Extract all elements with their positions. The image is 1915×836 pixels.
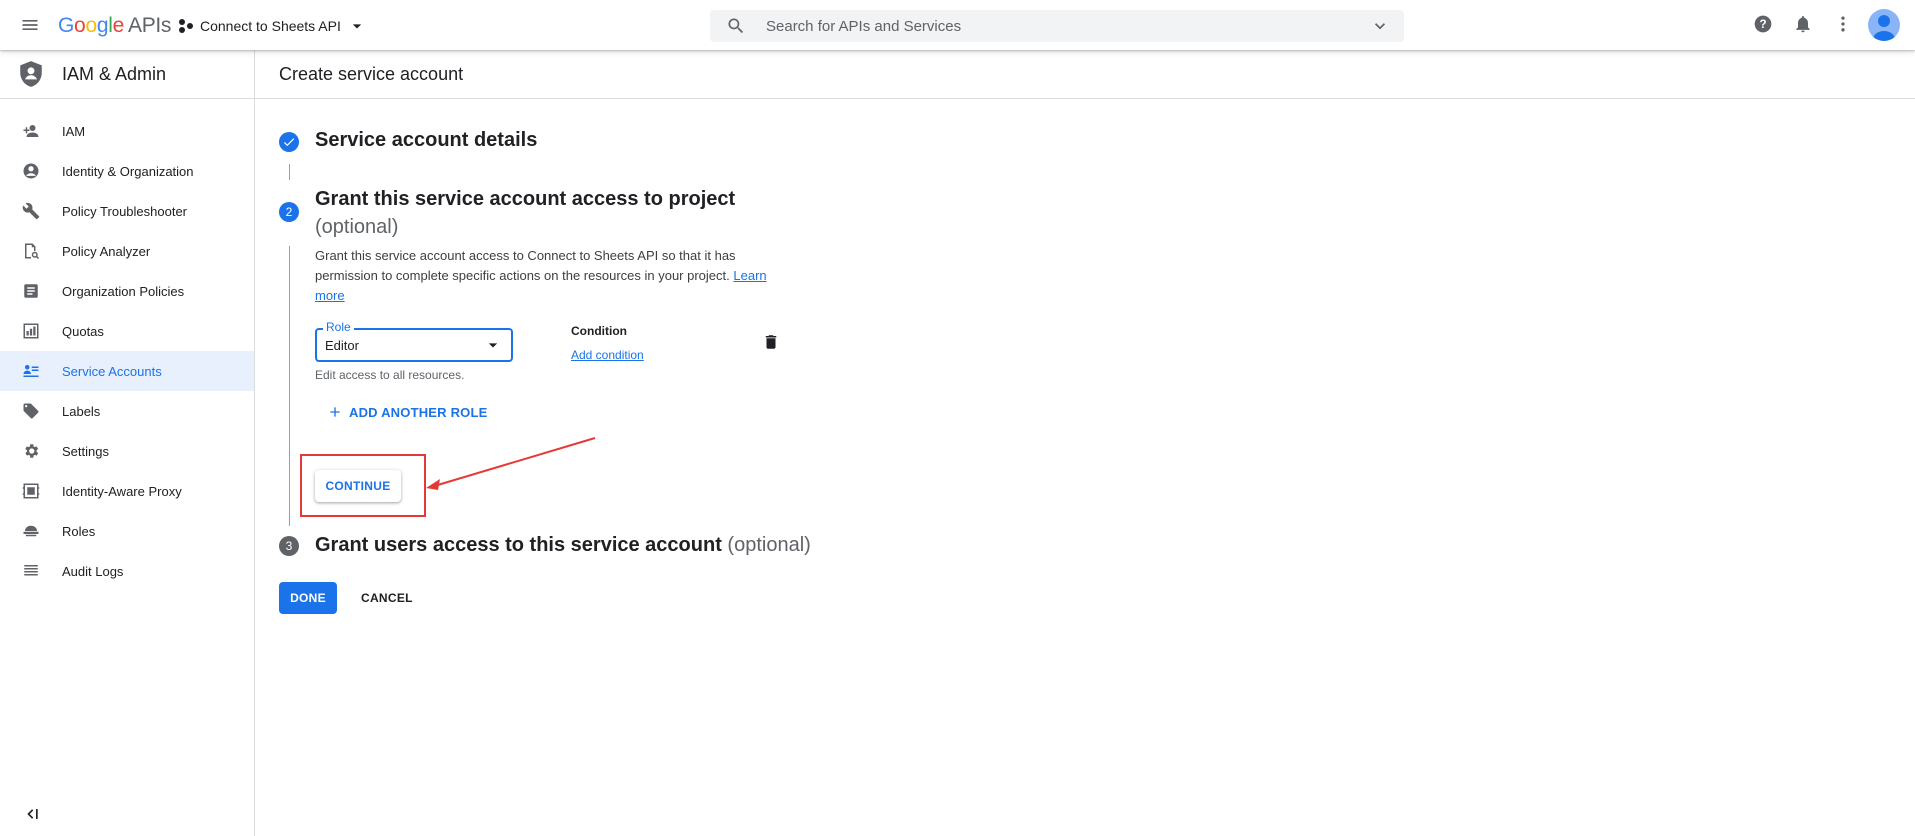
search-icon	[728, 18, 744, 34]
step-1-title[interactable]: Service account details	[315, 129, 537, 152]
add-condition-link[interactable]: Add condition	[571, 348, 644, 362]
search-input[interactable]	[764, 16, 1370, 36]
step-connector-2	[289, 246, 290, 526]
caret-down-icon	[488, 343, 498, 348]
sidebar-item-quotas[interactable]: Quotas	[0, 311, 254, 351]
svg-text:?: ?	[1759, 18, 1766, 31]
sidebar-item-label: Identity & Organization	[62, 163, 194, 179]
tag-icon	[21, 401, 41, 421]
chevron-down-icon[interactable]	[1370, 16, 1390, 36]
top-app-bar: GoogleAPIs Connect to Sheets API ?	[0, 0, 1915, 50]
shield-icon	[20, 61, 42, 87]
condition-title: Condition	[571, 324, 627, 338]
role-field-label: Role	[323, 320, 354, 334]
sidebar-item-label: Quotas	[62, 323, 104, 339]
search-bar[interactable]	[710, 10, 1404, 42]
list-icon	[21, 561, 41, 581]
step-connector-1	[289, 164, 290, 180]
sidebar-item-label: IAM	[62, 123, 86, 139]
sidebar-item-service-accounts[interactable]: Service Accounts	[0, 351, 254, 391]
role-hint: Edit access to all resources.	[315, 368, 465, 382]
sidebar-item-settings[interactable]: Settings	[0, 431, 254, 471]
sidebar-item-label: Identity-Aware Proxy	[62, 483, 182, 499]
page-header: Create service account	[255, 50, 1915, 99]
collapse-sidebar-icon[interactable]	[21, 804, 41, 824]
sidebar-item-label: Roles	[62, 523, 96, 539]
add-another-role-label: ADD ANOTHER ROLE	[349, 404, 488, 420]
sidebar-item-policy-analyzer[interactable]: Policy Analyzer	[0, 231, 254, 271]
sidebar-item-label: Policy Troubleshooter	[62, 203, 188, 219]
sidebar-item-policy-troubleshooter[interactable]: Policy Troubleshooter	[0, 191, 254, 231]
add-another-role-button[interactable]: ADD ANOTHER ROLE	[327, 404, 488, 420]
gear-icon	[21, 441, 41, 461]
user-avatar[interactable]	[1868, 9, 1900, 41]
sidebar-item-labels[interactable]: Labels	[0, 391, 254, 431]
sidebar-item-identity-aware-proxy[interactable]: Identity-Aware Proxy	[0, 471, 254, 511]
sidebar-item-roles[interactable]: Roles	[0, 511, 254, 551]
sidebar-item-label: Organization Policies	[62, 283, 185, 299]
step-3-number: 3	[279, 536, 299, 556]
person-add-icon	[21, 121, 41, 141]
step-2-number: 2	[279, 202, 299, 222]
sidebar-item-audit-logs[interactable]: Audit Logs	[0, 551, 254, 591]
sidebar-item-label: Service Accounts	[62, 363, 162, 379]
main-content: Create service account Service account d…	[255, 50, 1915, 836]
project-icon	[179, 19, 193, 33]
step-3-title[interactable]: Grant users access to this service accou…	[315, 534, 811, 557]
role-value: Editor	[325, 337, 359, 353]
sidebar-nav: IAM Identity & Organization Policy Troub…	[0, 111, 254, 591]
service-account-icon	[21, 361, 41, 381]
document-icon	[21, 281, 41, 301]
done-button[interactable]: DONE	[279, 582, 337, 614]
avatar-person-icon	[1873, 15, 1895, 41]
sidebar-item-identity-organization[interactable]: Identity & Organization	[0, 151, 254, 191]
delete-icon[interactable]	[762, 333, 780, 351]
description-text: Grant this service account access to Con…	[315, 248, 736, 283]
help-icon[interactable]: ?	[1753, 14, 1773, 34]
sidebar-item-label: Labels	[62, 403, 101, 419]
more-vert-icon[interactable]	[1833, 14, 1853, 34]
sidebar-header: IAM & Admin	[0, 50, 254, 99]
step-2-title: Grant this service account access to pro…	[315, 188, 736, 210]
caret-down-icon	[352, 24, 362, 29]
roles-icon	[21, 521, 41, 541]
step-2-description: Grant this service account access to Con…	[315, 246, 775, 306]
proxy-icon	[21, 481, 41, 501]
cancel-button[interactable]: CANCEL	[353, 582, 421, 614]
account-circle-icon	[21, 161, 41, 181]
quota-icon	[21, 321, 41, 341]
sidebar-item-label: Policy Analyzer	[62, 243, 151, 259]
plus-icon	[330, 407, 340, 417]
sidebar-item-label: Audit Logs	[62, 563, 124, 579]
sidebar-title: IAM & Admin	[62, 63, 167, 84]
annotation-highlight-box	[300, 454, 426, 517]
page-title: Create service account	[279, 63, 464, 84]
notifications-bell-icon[interactable]	[1793, 14, 1813, 34]
step-3-title-text: Grant users access to this service accou…	[315, 534, 722, 556]
document-search-icon	[21, 241, 41, 261]
sidebar-item-iam[interactable]: IAM	[0, 111, 254, 151]
sidebar-item-label: Settings	[62, 443, 109, 459]
step-3-optional: (optional)	[727, 534, 811, 556]
hamburger-menu-icon[interactable]	[20, 15, 40, 35]
project-name: Connect to Sheets API	[200, 18, 341, 34]
google-apis-logo[interactable]: Google APIs	[58, 14, 171, 38]
step-1-complete-check	[279, 132, 299, 152]
step-2-optional: (optional)	[315, 216, 399, 238]
sidebar-item-organization-policies[interactable]: Organization Policies	[0, 271, 254, 311]
sidebar: IAM & Admin IAM Identity & Organization …	[0, 50, 255, 836]
check-icon	[283, 138, 295, 147]
project-selector[interactable]: Connect to Sheets API	[178, 14, 367, 38]
wrench-icon	[21, 201, 41, 221]
